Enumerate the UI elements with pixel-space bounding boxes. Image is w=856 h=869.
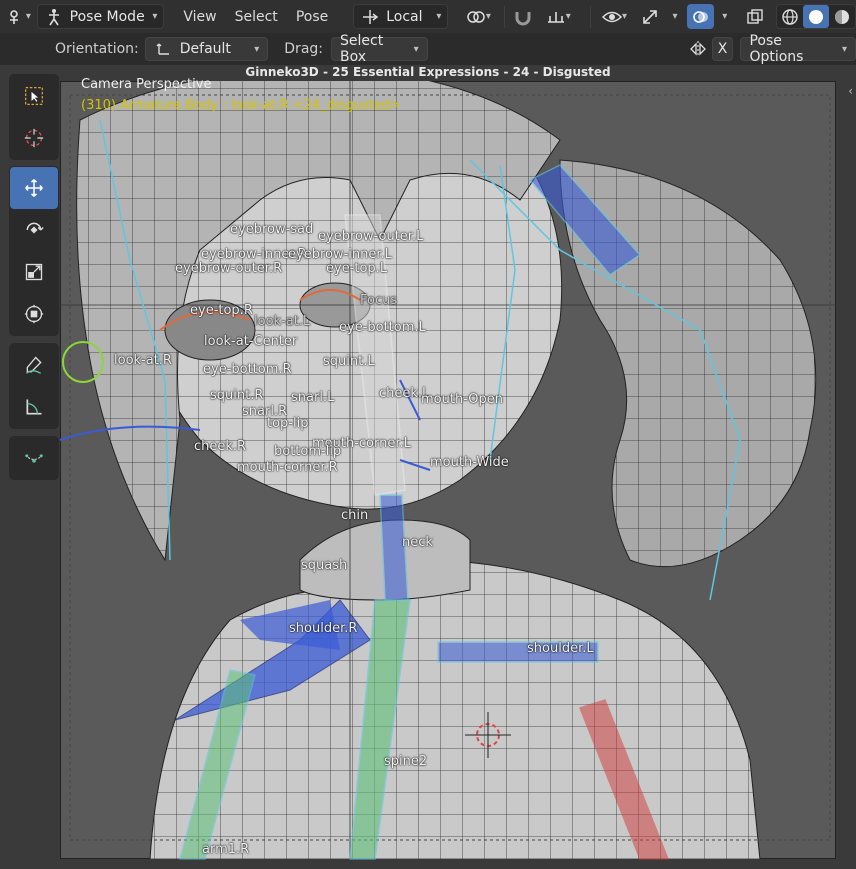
cursor-icon (24, 128, 44, 148)
bone-label-focus[interactable]: Focus (360, 293, 397, 308)
bone-label-mouth-open[interactable]: mouth-Open (421, 392, 503, 407)
scale-icon (24, 262, 44, 282)
bone-label-squint-l[interactable]: squint.L (323, 354, 375, 369)
bone-label-eyebrow-outer-r[interactable]: eyebrow-outer.R (175, 261, 282, 276)
select-box-tool[interactable] (10, 75, 58, 117)
annotate-icon (24, 355, 44, 375)
bone-label-spine2[interactable]: spine2 (384, 754, 427, 769)
bone-label-mouth-wide[interactable]: mouth-Wide (430, 455, 509, 470)
bone-label-squash[interactable]: squash (301, 558, 347, 573)
bone-label-shoulder-l[interactable]: shoulder.L (527, 641, 594, 656)
bone-label-eye-bottom-l[interactable]: eye-bottom.L (339, 320, 426, 335)
bone-label-shoulder-r[interactable]: shoulder.R (289, 621, 357, 636)
tool-group-select (9, 74, 59, 160)
viewport-scene (59, 81, 836, 860)
bone-label-top-lip[interactable]: top-lip (267, 416, 308, 431)
bone-label-chin[interactable]: chin (341, 508, 368, 523)
bone-label-cheek-r[interactable]: cheek.R (194, 439, 246, 454)
move-icon (24, 178, 44, 198)
bone-label-snarl-l[interactable]: snarl.L (291, 390, 334, 405)
tool-group-pose (9, 436, 59, 480)
annotate-tool[interactable] (10, 344, 58, 386)
pose-relax-icon (24, 448, 44, 468)
bone-label-arm1-r[interactable]: arm1.R (202, 842, 249, 857)
bone-label-eye-top-l[interactable]: eye-top.L (326, 261, 387, 276)
bone-label-look-at-center[interactable]: look-at-Center (204, 334, 297, 349)
sidebar-expand-icon[interactable]: ‹ (848, 84, 853, 98)
bone-label-eyebrow-inner-l[interactable]: eyebrow-inner.L (288, 247, 392, 262)
bone-label-squint-r[interactable]: squint.R (210, 388, 263, 403)
bone-label-mouth-corner-r[interactable]: mouth-corner.R (237, 460, 338, 475)
active-object-label: (310) Armature.Body : look-at.R <24_disg… (81, 98, 401, 113)
move-tool[interactable] (10, 167, 58, 209)
bone-label-eye-bottom-r[interactable]: eye-bottom.R (203, 362, 292, 377)
bone-label-look-at-l[interactable]: look-at.L (254, 314, 310, 329)
bone-label-eyebrow-outer-l[interactable]: eyebrow-outer.L (318, 229, 423, 244)
measure-icon (24, 397, 44, 417)
pose-relax-tool[interactable] (10, 437, 58, 479)
measure-tool[interactable] (10, 386, 58, 428)
rotate-icon (24, 220, 44, 240)
select-box-icon (24, 86, 44, 106)
transform-tool[interactable] (10, 293, 58, 335)
tool-group-annotate (9, 343, 59, 429)
rotate-tool[interactable] (10, 209, 58, 251)
bone-label-eye-top-r[interactable]: eye-top.R (190, 303, 253, 318)
scale-tool[interactable] (10, 251, 58, 293)
bone-label-eyebrow-sad[interactable]: eyebrow-sad (230, 222, 313, 237)
cursor-tool[interactable] (10, 117, 58, 159)
transform-icon (24, 304, 44, 324)
tool-group-transform (9, 166, 59, 336)
bone-label-neck[interactable]: neck (402, 535, 433, 550)
bone-label-bottom-lip[interactable]: bottom-lip (274, 444, 341, 459)
bone-label-look-at-r[interactable]: look-at.R (114, 353, 172, 368)
camera-perspective-label: Camera Perspective (81, 77, 212, 92)
